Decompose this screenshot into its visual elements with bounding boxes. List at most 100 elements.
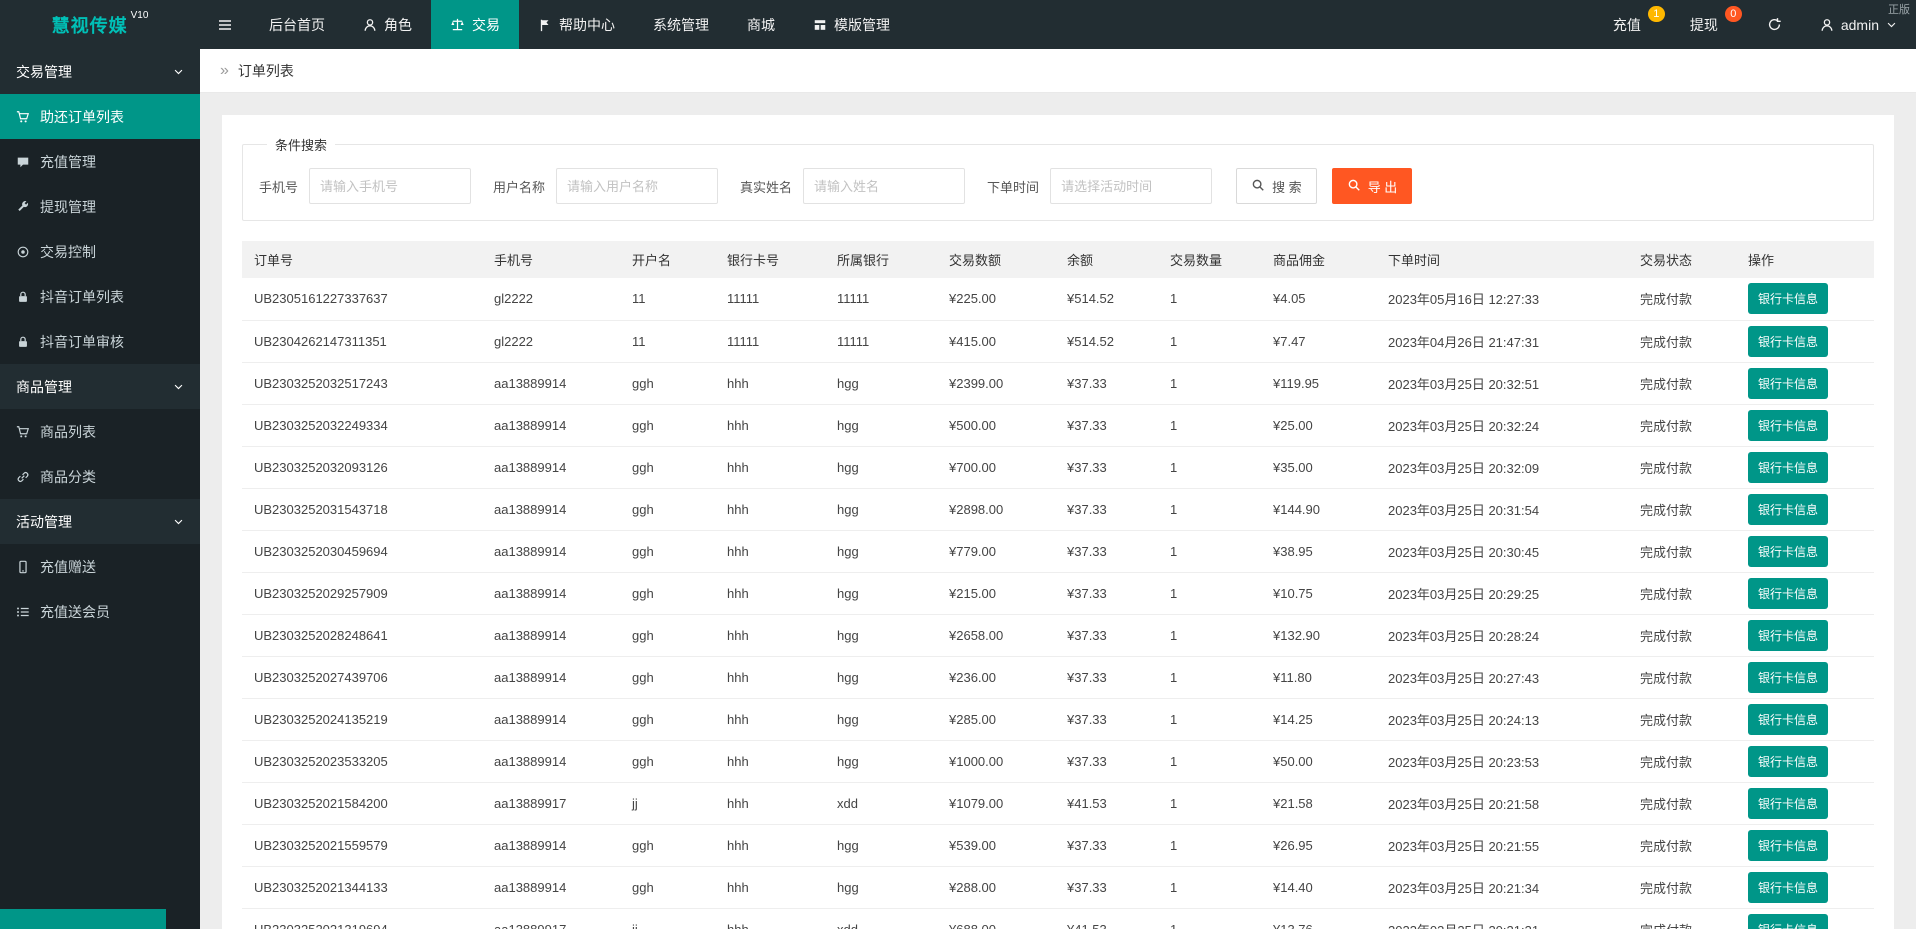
table-cell: aa13889914 — [482, 740, 620, 783]
link-icon — [16, 470, 30, 484]
table-cell: 2023年03月25日 20:21:58 — [1376, 782, 1628, 825]
bank-card-info-button[interactable]: 银行卡信息 — [1748, 535, 1829, 567]
table-cell: ¥14.25 — [1261, 698, 1376, 741]
phone-field-label: 手机号 — [259, 179, 299, 195]
sidebar-item-recharge-membership[interactable]: 充值送会员 — [0, 589, 200, 634]
table-cell: gl2222 — [482, 278, 620, 321]
sidebar-item-withdraw-management[interactable]: 提现管理 — [0, 184, 200, 229]
realname-input[interactable] — [803, 168, 966, 204]
bank-card-info-button[interactable]: 银行卡信息 — [1748, 493, 1829, 525]
bank-card-info-button[interactable]: 银行卡信息 — [1748, 619, 1829, 651]
table-cell: ¥37.33 — [1055, 698, 1158, 741]
table-cell: 1 — [1158, 698, 1261, 741]
bank-card-info-button[interactable]: 银行卡信息 — [1748, 703, 1829, 735]
order-time-input[interactable] — [1050, 168, 1213, 204]
recharge-button[interactable]: 充值 1 — [1594, 0, 1671, 49]
bank-card-info-button[interactable]: 银行卡信息 — [1748, 871, 1829, 903]
bank-card-info-button[interactable]: 银行卡信息 — [1748, 577, 1829, 609]
sidebar-item-assist-order-list[interactable]: 助还订单列表 — [0, 94, 200, 139]
refresh-button[interactable] — [1748, 0, 1801, 49]
sidebar-group-trade-management[interactable]: 交易管理 — [0, 49, 200, 94]
nav-item-roles[interactable]: 角色 — [344, 0, 431, 49]
table-cell: ggh — [620, 656, 715, 699]
table-cell: hhh — [715, 824, 825, 867]
table-cell: 1 — [1158, 866, 1261, 909]
sidebar-item-label: 商品分类 — [40, 468, 96, 485]
sidebar-item-trade-control[interactable]: 交易控制 — [0, 229, 200, 274]
phone-input[interactable] — [309, 168, 472, 204]
sidebar-item-douyin-order-list[interactable]: 抖音订单列表 — [0, 274, 200, 319]
table-cell: ¥2658.00 — [937, 614, 1055, 657]
person-icon — [363, 18, 377, 32]
export-button[interactable]: 导 出 — [1331, 168, 1413, 204]
table-cell: ¥37.33 — [1055, 404, 1158, 447]
username-input[interactable] — [556, 168, 719, 204]
table-cell: hhh — [715, 866, 825, 909]
nav-item-help-center[interactable]: 帮助中心 — [519, 0, 634, 49]
bank-card-info-button[interactable]: 银行卡信息 — [1748, 367, 1829, 399]
lock-icon — [16, 335, 30, 349]
table-cell: 11111 — [825, 320, 937, 363]
table-cell-action: 银行卡信息 — [1736, 530, 1874, 573]
table-cell: aa13889914 — [482, 362, 620, 405]
bank-card-info-button[interactable]: 银行卡信息 — [1748, 829, 1829, 861]
table-cell: ¥415.00 — [937, 320, 1055, 363]
table-cell: ¥7.47 — [1261, 320, 1376, 363]
table-cell: 11 — [620, 278, 715, 321]
sidebar-item-product-category[interactable]: 商品分类 — [0, 454, 200, 499]
app-logo[interactable]: 慧视传媒 V10 — [0, 0, 200, 49]
table-cell: 1 — [1158, 530, 1261, 573]
table-row: UB2303252024135219 aa13889914 ggh hhh hgg ¥28… — [242, 698, 1874, 741]
table-cell: UB2303252027439706 — [242, 656, 482, 699]
bank-card-info-button[interactable]: 银行卡信息 — [1748, 787, 1829, 819]
nav-item-label: 后台首页 — [269, 16, 325, 33]
table-row: UB2303252032249334 aa13889914 ggh hhh hgg ¥50… — [242, 404, 1874, 447]
sidebar-group-product-management[interactable]: 商品管理 — [0, 364, 200, 409]
table-row: UB2303252021584200 aa13889917 jj hhh xdd ¥107… — [242, 782, 1874, 825]
table-cell: 1 — [1158, 320, 1261, 363]
target-icon — [16, 245, 30, 259]
table-cell: 1 — [1158, 446, 1261, 489]
table-cell: ¥37.33 — [1055, 656, 1158, 699]
search-icon — [1251, 178, 1265, 195]
table-cell: ¥38.95 — [1261, 530, 1376, 573]
table-cell: 1 — [1158, 404, 1261, 447]
trade-icon — [450, 17, 465, 32]
bank-card-info-button[interactable]: 银行卡信息 — [1748, 661, 1829, 693]
table-cell: 11 — [620, 320, 715, 363]
table-cell: hhh — [715, 782, 825, 825]
table-cell: ¥236.00 — [937, 656, 1055, 699]
table-cell-action: 银行卡信息 — [1736, 740, 1874, 783]
nav-item-templates[interactable]: 模版管理 — [794, 0, 909, 49]
orders-card: 条件搜索 手机号 用户名称 真实姓名 下单时间 — [222, 115, 1894, 929]
table-cell: aa13889914 — [482, 446, 620, 489]
bank-card-info-button[interactable]: 银行卡信息 — [1748, 283, 1829, 315]
bank-card-info-button[interactable]: 银行卡信息 — [1748, 745, 1829, 777]
bank-card-info-button[interactable]: 银行卡信息 — [1748, 325, 1829, 357]
bank-card-info-button[interactable]: 银行卡信息 — [1748, 451, 1829, 483]
bank-card-info-button[interactable]: 银行卡信息 — [1748, 409, 1829, 441]
sidebar-item-recharge-gift[interactable]: 充值赠送 — [0, 544, 200, 589]
bank-card-info-button[interactable]: 银行卡信息 — [1748, 913, 1829, 929]
collapse-menu-button[interactable] — [200, 0, 250, 49]
table-cell: hhh — [715, 740, 825, 783]
nav-item-trade[interactable]: 交易 — [431, 0, 519, 49]
nav-item-home[interactable]: 后台首页 — [250, 0, 344, 49]
table-cell: ¥37.33 — [1055, 614, 1158, 657]
table-cell: ¥215.00 — [937, 572, 1055, 615]
comment-icon — [16, 155, 30, 169]
sidebar-item-product-list[interactable]: 商品列表 — [0, 409, 200, 454]
withdraw-button[interactable]: 提现 0 — [1671, 0, 1748, 49]
sidebar-item-douyin-order-review[interactable]: 抖音订单审核 — [0, 319, 200, 364]
sidebar-item-recharge-management[interactable]: 充值管理 — [0, 139, 200, 184]
sidebar-item-label: 商品列表 — [40, 423, 96, 440]
table-cell: ¥26.95 — [1261, 824, 1376, 867]
table-cell: ¥41.53 — [1055, 782, 1158, 825]
nav-item-system[interactable]: 系统管理 — [634, 0, 728, 49]
nav-item-mall[interactable]: 商城 — [728, 0, 794, 49]
table-cell: ¥2898.00 — [937, 488, 1055, 531]
search-button[interactable]: 搜 索 — [1236, 168, 1317, 204]
sidebar-group-activity-management[interactable]: 活动管理 — [0, 499, 200, 544]
table-cell-action: 银行卡信息 — [1736, 908, 1874, 929]
table-cell: ggh — [620, 446, 715, 489]
